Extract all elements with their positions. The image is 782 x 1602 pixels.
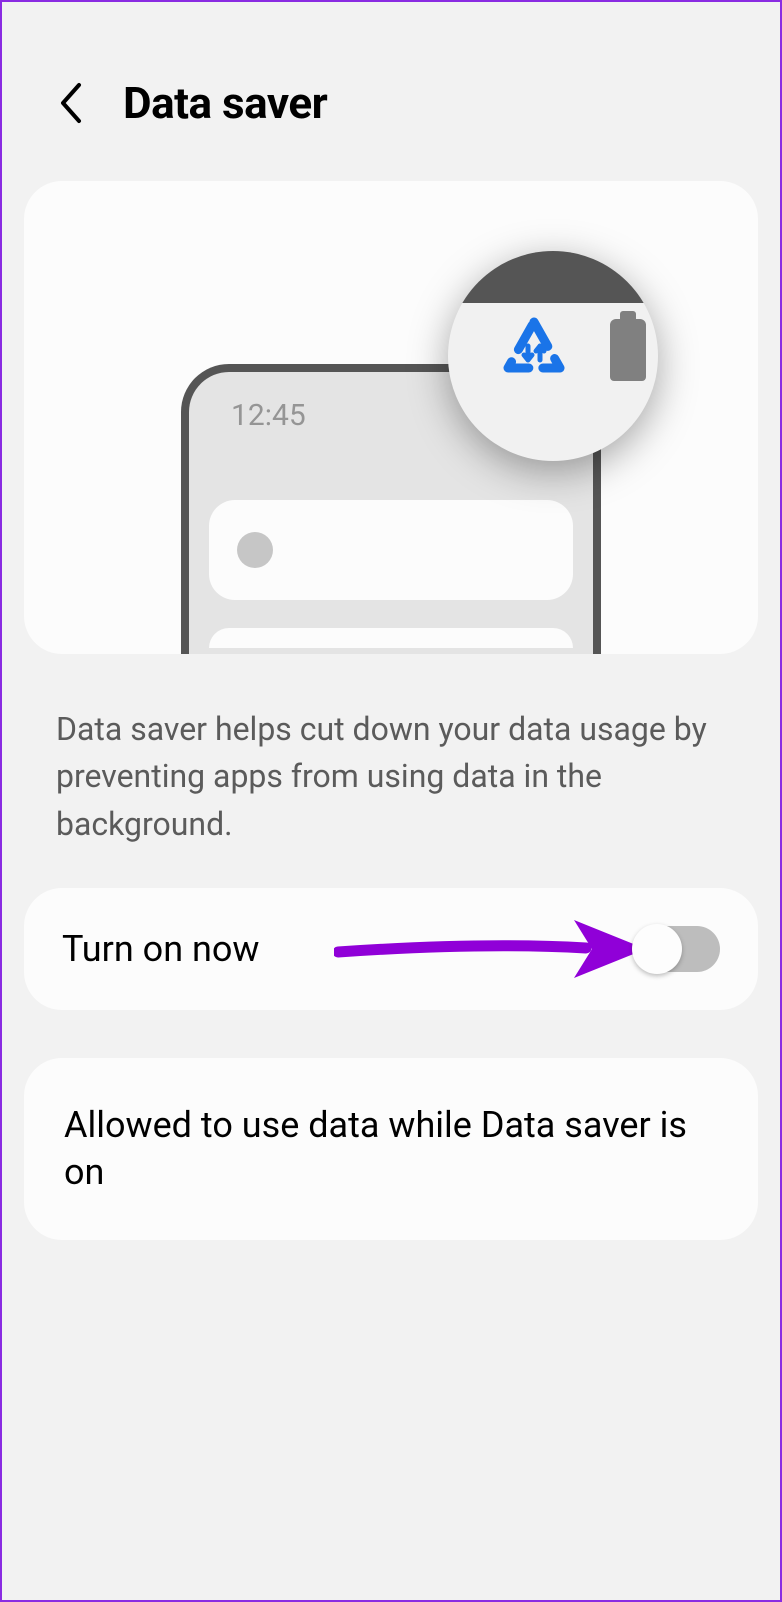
turn-on-label: Turn on now — [62, 928, 259, 970]
battery-icon — [610, 319, 646, 381]
annotation-arrow-icon — [334, 914, 646, 984]
data-saver-icon — [498, 316, 570, 388]
allowed-apps-row[interactable]: Allowed to use data while Data saver is … — [24, 1058, 758, 1240]
magnifier-border — [448, 251, 658, 303]
turn-on-row[interactable]: Turn on now — [24, 888, 758, 1010]
page-title: Data saver — [123, 77, 327, 129]
allowed-apps-label: Allowed to use data while Data saver is … — [64, 1102, 714, 1196]
notification-dot — [237, 532, 273, 568]
header: Data saver — [2, 2, 780, 169]
status-bar-magnifier — [448, 251, 658, 461]
notification-row — [209, 628, 573, 648]
back-icon[interactable] — [57, 81, 83, 125]
toggle-knob — [632, 924, 682, 974]
illustration-card: 12:45 — [24, 181, 758, 654]
notification-row — [209, 500, 573, 600]
phone-time: 12:45 — [231, 398, 306, 433]
description-text: Data saver helps cut down your data usag… — [2, 694, 780, 876]
turn-on-toggle[interactable] — [634, 926, 720, 972]
